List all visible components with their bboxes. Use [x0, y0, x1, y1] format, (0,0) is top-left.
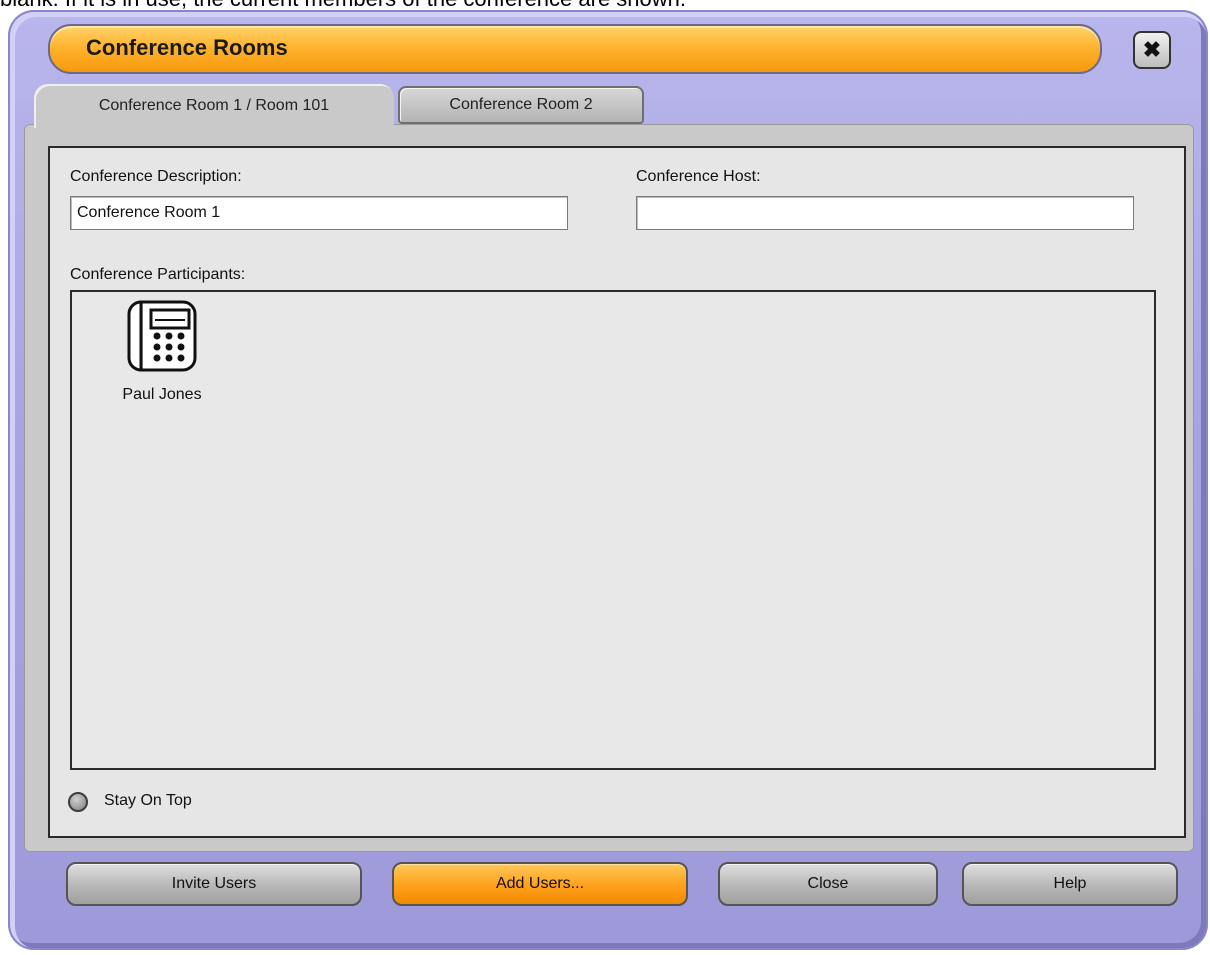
host-label: Conference Host:: [636, 168, 761, 185]
button-label: Close: [807, 875, 849, 892]
desk-phone-icon: [127, 300, 197, 372]
add-users-button[interactable]: Add Users...: [392, 862, 688, 906]
title-bar: Conference Rooms: [48, 24, 1102, 74]
participant-item[interactable]: Paul Jones: [102, 300, 222, 404]
button-label: Help: [1053, 875, 1087, 892]
button-label: Invite Users: [171, 875, 257, 892]
participants-list[interactable]: Paul Jones: [70, 290, 1156, 770]
stay-on-top-label: Stay On Top: [104, 792, 192, 809]
invite-users-button[interactable]: Invite Users: [66, 862, 362, 906]
button-label: Add Users...: [495, 875, 585, 892]
participant-name: Paul Jones: [122, 386, 202, 403]
host-field[interactable]: [636, 196, 1134, 230]
window-title: Conference Rooms: [86, 35, 288, 60]
tab-label: Conference Room 2: [449, 96, 593, 113]
tab-conference-room-1[interactable]: Conference Room 1 / Room 101: [34, 84, 394, 128]
help-button[interactable]: Help: [962, 862, 1178, 906]
description-field[interactable]: Conference Room 1: [70, 196, 568, 230]
description-label: Conference Description:: [70, 168, 242, 185]
tab-conference-room-2[interactable]: Conference Room 2: [398, 86, 644, 124]
page-caption: blank. If it is in use, the current memb…: [0, 0, 1210, 10]
close-window-button[interactable]: ✖: [1133, 31, 1171, 69]
participants-label: Conference Participants:: [70, 266, 246, 283]
tab-label: Conference Room 1 / Room 101: [98, 97, 330, 114]
close-icon: ✖: [1142, 37, 1162, 62]
close-button[interactable]: Close: [718, 862, 938, 906]
stay-on-top-toggle[interactable]: [68, 792, 88, 812]
